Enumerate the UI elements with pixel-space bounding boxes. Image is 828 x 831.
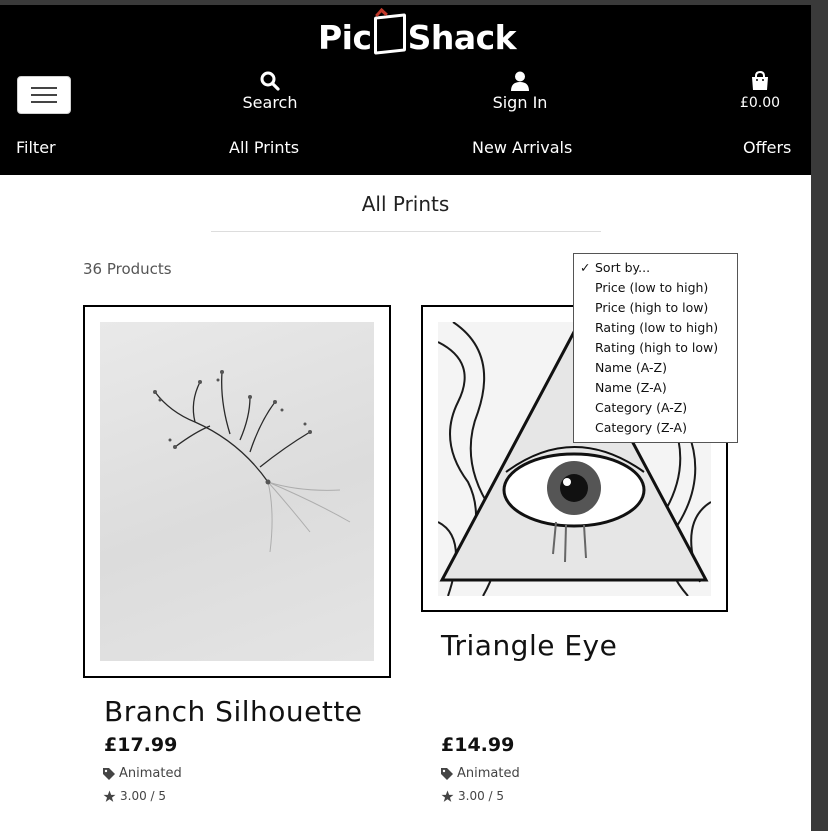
- menu-toggle-button[interactable]: [17, 76, 71, 114]
- search-icon: [260, 71, 280, 91]
- sort-option[interactable]: Price (low to high): [574, 278, 737, 298]
- nav-offers[interactable]: Offers: [743, 138, 791, 157]
- product-price: £14.99: [441, 734, 515, 756]
- branch-illustration: [153, 370, 351, 553]
- hamburger-line: [31, 101, 57, 103]
- sort-option-label: Rating (high to low): [595, 340, 719, 355]
- star-icon: [103, 790, 116, 802]
- sort-option[interactable]: Price (high to low): [574, 298, 737, 318]
- sort-option[interactable]: Rating (high to low): [574, 338, 737, 358]
- check-icon: ✓: [580, 260, 591, 275]
- product-category-label: Animated: [119, 766, 182, 781]
- user-icon: [511, 71, 529, 91]
- sort-option-label: Category (A-Z): [595, 400, 688, 415]
- hamburger-icon: [31, 87, 57, 89]
- sort-option-label: Name (A-Z): [595, 360, 667, 375]
- sort-option-label: Price (high to low): [595, 300, 709, 315]
- sort-dropdown-menu[interactable]: ✓ Sort by... Price (low to high) Price (…: [573, 253, 738, 443]
- signin-button[interactable]: Sign In: [488, 71, 552, 112]
- product-category-label: Animated: [457, 766, 520, 781]
- tag-icon: [441, 767, 453, 780]
- sort-option[interactable]: Name (A-Z): [574, 358, 737, 378]
- tag-icon: [103, 767, 115, 780]
- sort-option[interactable]: ✓ Sort by...: [574, 258, 737, 278]
- sort-option[interactable]: Category (Z-A): [574, 418, 737, 438]
- product-name[interactable]: Branch Silhouette: [104, 695, 363, 728]
- logo-text-right: Shack: [407, 17, 517, 57]
- cart-button[interactable]: £0.00: [738, 71, 782, 111]
- search-label: Search: [242, 93, 298, 112]
- hamburger-line: [31, 94, 57, 96]
- page-title: All Prints: [361, 192, 450, 216]
- site-logo[interactable]: Pic Shack: [318, 13, 517, 57]
- product-count: 36 Products: [83, 260, 172, 278]
- sort-option[interactable]: Category (A-Z): [574, 398, 737, 418]
- product-rating-value: 3.00 / 5: [120, 789, 167, 803]
- page: Pic Shack Search Sign In £0.00 Filter Al…: [0, 5, 811, 831]
- shopping-bag-icon: [752, 71, 768, 90]
- nav-all-prints[interactable]: All Prints: [229, 138, 299, 157]
- product-rating-value: 3.00 / 5: [458, 789, 505, 803]
- sort-option-label: Sort by...: [595, 260, 651, 275]
- product-category[interactable]: Animated: [441, 766, 520, 781]
- sort-option[interactable]: Rating (low to high): [574, 318, 737, 338]
- sort-option-label: Name (Z-A): [595, 380, 667, 395]
- logo-box-icon: [373, 13, 406, 55]
- product-name[interactable]: Triangle Eye: [441, 629, 617, 662]
- sort-option-label: Rating (low to high): [595, 320, 719, 335]
- product-rating: 3.00 / 5: [441, 789, 504, 803]
- product-image-link[interactable]: [83, 305, 391, 678]
- title-divider: [211, 231, 601, 232]
- search-button[interactable]: Search: [240, 71, 300, 112]
- logo-text-left: Pic: [318, 17, 372, 57]
- sort-option-label: Price (low to high): [595, 280, 709, 295]
- cart-total: £0.00: [739, 95, 781, 111]
- sort-option[interactable]: Name (Z-A): [574, 378, 737, 398]
- sort-option-label: Category (Z-A): [595, 420, 687, 435]
- nav-filter[interactable]: Filter: [16, 138, 56, 157]
- signin-label: Sign In: [492, 93, 548, 112]
- site-header: Pic Shack Search Sign In £0.00 Filter Al…: [0, 5, 811, 175]
- product-category[interactable]: Animated: [103, 766, 182, 781]
- product-rating: 3.00 / 5: [103, 789, 166, 803]
- product-image: [100, 322, 374, 661]
- star-icon: [441, 790, 454, 802]
- product-price: £17.99: [104, 734, 178, 756]
- nav-new-arrivals[interactable]: New Arrivals: [472, 138, 572, 157]
